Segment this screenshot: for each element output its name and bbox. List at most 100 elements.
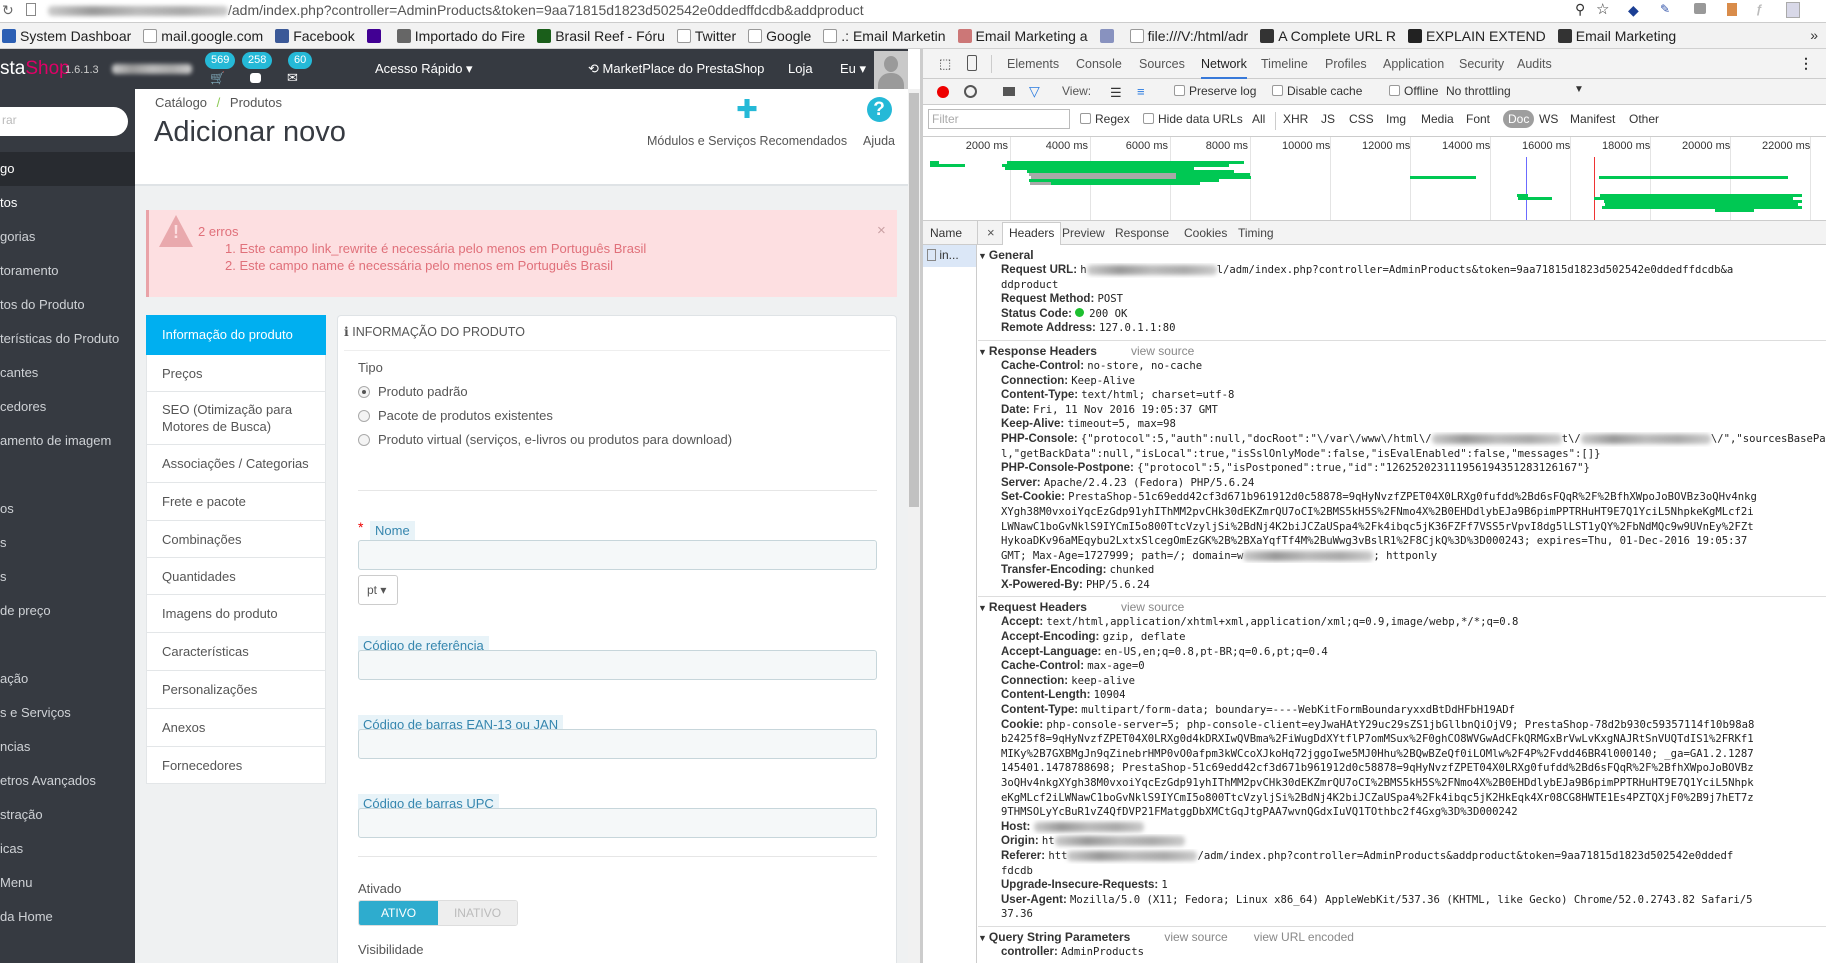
more-options-icon[interactable]: ⋮: [1799, 55, 1813, 72]
url-text[interactable]: /adm/index.php?controller=AdminProducts&…: [48, 2, 864, 18]
view-source-link[interactable]: view source: [1131, 344, 1194, 358]
quick-access-menu[interactable]: Acesso Rápido ▾: [375, 61, 473, 77]
sidebar-item[interactable]: da Home: [0, 900, 135, 934]
sidebar-item[interactable]: ncias: [0, 730, 135, 764]
device-toolbar-icon[interactable]: [967, 55, 977, 71]
name-column-header[interactable]: Name: [930, 226, 962, 240]
sidebar-item[interactable]: os: [0, 492, 135, 526]
devtools-tab-application[interactable]: Application: [1383, 49, 1444, 79]
detail-tab-preview[interactable]: Preview: [1062, 226, 1105, 240]
waterfall-view-icon[interactable]: ≡: [1137, 84, 1145, 99]
upc-input[interactable]: [358, 808, 877, 838]
sidebar-item[interactable]: de preço: [0, 594, 135, 628]
language-dropdown[interactable]: pt ▾: [358, 575, 398, 605]
marketplace-link[interactable]: ⟲ MarketPlace do PrestaShop: [588, 61, 764, 77]
bookmark-item[interactable]: A Complete URL R: [1260, 23, 1396, 48]
product-tab[interactable]: Preços: [146, 355, 326, 392]
sidebar-item[interactable]: etros Avançados: [0, 764, 135, 798]
filter-icon[interactable]: ▽: [1029, 83, 1040, 100]
bookmark-item[interactable]: Google: [748, 23, 811, 48]
devtools-tab-audits[interactable]: Audits: [1517, 49, 1552, 79]
product-tab[interactable]: SEO (Otimização para Motores de Busca): [146, 392, 326, 445]
prestashop-logo[interactable]: staShop: [0, 58, 70, 80]
type-filter-doc[interactable]: Doc: [1503, 110, 1535, 128]
sidebar-item[interactable]: terísticas do Produto: [0, 322, 135, 356]
view-source-link[interactable]: view URL encoded: [1254, 930, 1354, 944]
product-type-radio[interactable]: Produto virtual (serviços, e-livros ou p…: [358, 432, 732, 447]
devtools-tab-profiles[interactable]: Profiles: [1325, 49, 1367, 79]
view-source-link[interactable]: view source: [1164, 930, 1227, 944]
bookmark-item[interactable]: [1099, 23, 1118, 48]
active-switch[interactable]: ATIVO INATIVO: [358, 900, 518, 926]
breadcrumb-catalog[interactable]: Catálogo: [155, 95, 207, 110]
detail-tab-cookies[interactable]: Cookies: [1184, 226, 1227, 240]
sidebar-item[interactable]: cedores: [0, 390, 135, 424]
browser-address-bar[interactable]: ↻ /adm/index.php?controller=AdminProduct…: [0, 0, 1826, 23]
offline-checkbox[interactable]: Offline: [1389, 84, 1438, 98]
sidebar-item[interactable]: s e Serviços: [0, 696, 135, 730]
product-tab[interactable]: Informação do produto: [146, 315, 326, 355]
radio-button-icon[interactable]: [358, 433, 370, 446]
breadcrumb-products[interactable]: Produtos: [230, 95, 282, 110]
devtools-tab-elements[interactable]: Elements: [1007, 49, 1059, 79]
sidebar-item[interactable]: gorias: [0, 220, 135, 254]
type-filter-js[interactable]: JS: [1321, 112, 1335, 126]
devtools-tab-timeline[interactable]: Timeline: [1261, 49, 1308, 79]
sidebar-search-input[interactable]: rar: [0, 107, 128, 136]
filter-input[interactable]: Filter: [928, 109, 1070, 129]
avatar[interactable]: [874, 51, 908, 89]
employee-menu[interactable]: Eu ▾: [840, 61, 866, 77]
devtools-tab-network[interactable]: Network: [1201, 49, 1247, 79]
orders-notification[interactable]: 569 🛒: [205, 49, 236, 89]
messages-notification[interactable]: 60 ✉: [286, 49, 316, 89]
request-row[interactable]: in...: [923, 245, 976, 267]
more-bookmarks-button[interactable]: »: [1810, 27, 1818, 43]
shop-link[interactable]: Loja: [788, 61, 813, 76]
name-input[interactable]: [358, 540, 877, 570]
type-filter-xhr[interactable]: XHR: [1283, 112, 1308, 126]
sidebar-item[interactable]: tos: [0, 186, 135, 220]
network-timeline-overview[interactable]: 2000 ms 4000 ms 6000 ms 8000 ms 10000 ms 1200…: [923, 137, 1826, 221]
product-tab[interactable]: Fornecedores: [146, 747, 326, 784]
camera-icon[interactable]: [1694, 3, 1706, 14]
sidebar-item[interactable]: ação: [0, 662, 135, 696]
product-tab[interactable]: Frete e pacote: [146, 483, 326, 521]
bookmark-star-icon[interactable]: ☆: [1596, 0, 1609, 18]
view-source-link[interactable]: view source: [1121, 600, 1184, 614]
large-rows-icon[interactable]: ☰: [1110, 85, 1122, 101]
hide-data-urls-checkbox[interactable]: Hide data URLs: [1143, 112, 1243, 126]
record-icon[interactable]: [937, 86, 949, 98]
scrollbar-thumb[interactable]: [909, 93, 919, 507]
regex-checkbox[interactable]: Regex: [1080, 112, 1130, 126]
type-filter-all[interactable]: All: [1252, 112, 1265, 126]
bookmark-item[interactable]: Email Marketing: [1557, 23, 1676, 48]
active-off-option[interactable]: INATIVO: [438, 901, 517, 925]
close-details-button[interactable]: ×: [987, 225, 995, 240]
close-alert-button[interactable]: ×: [877, 222, 886, 239]
bookmark-item[interactable]: Facebook: [275, 23, 355, 48]
bookmark-item[interactable]: .: Email Marketin: [823, 23, 946, 48]
active-on-option[interactable]: ATIVO: [359, 901, 438, 925]
product-tab[interactable]: Associações / Categorias: [146, 445, 326, 483]
capture-screenshots-icon[interactable]: [1003, 87, 1015, 96]
bookmark-item[interactable]: Brasil Reef - Fóru: [537, 23, 665, 48]
customers-notification[interactable]: 258: [242, 49, 273, 89]
sidebar-item[interactable]: toramento: [0, 254, 135, 288]
radio-button-icon[interactable]: [358, 385, 370, 398]
type-filter-ws[interactable]: WS: [1539, 112, 1558, 126]
devtools-tab-console[interactable]: Console: [1076, 49, 1122, 79]
product-type-radio[interactable]: Pacote de produtos existentes: [358, 408, 553, 423]
type-filter-font[interactable]: Font: [1466, 112, 1490, 126]
bookmark-item[interactable]: EXPLAIN EXTEND: [1407, 23, 1546, 48]
sidebar-item[interactable]: amento de imagem: [0, 424, 135, 458]
product-tab[interactable]: Imagens do produto: [146, 595, 326, 633]
clear-icon[interactable]: [964, 85, 977, 98]
reload-icon[interactable]: ↻: [2, 2, 14, 19]
extension-icon[interactable]: ◆: [1628, 2, 1639, 19]
key-icon[interactable]: ⚲: [1575, 1, 1585, 18]
eyedropper-icon[interactable]: ✎: [1660, 2, 1670, 16]
product-tab[interactable]: Quantidades: [146, 558, 326, 595]
devtools-tab-security[interactable]: Security: [1459, 49, 1504, 79]
extension-icon[interactable]: [1727, 3, 1737, 16]
sidebar-item[interactable]: cantes: [0, 356, 135, 390]
